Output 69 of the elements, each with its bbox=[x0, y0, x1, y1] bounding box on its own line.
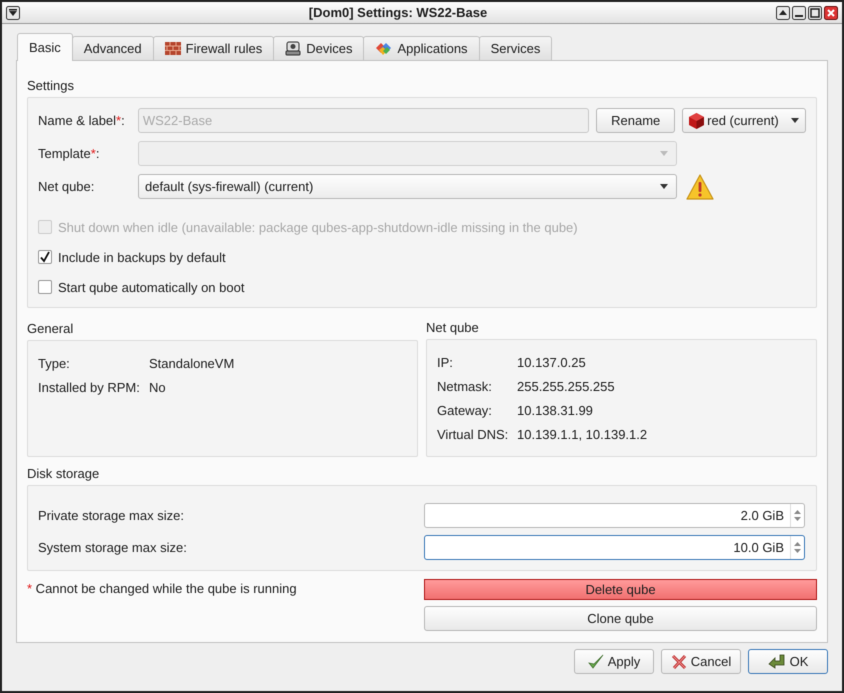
cross-icon bbox=[670, 654, 687, 670]
group-heading: Settings bbox=[27, 76, 75, 95]
tab[interactable]: Basic bbox=[17, 33, 73, 61]
field-label: Private storage max size: bbox=[38, 508, 185, 523]
field-label: Name & label*: bbox=[38, 113, 126, 128]
group-heading: General bbox=[27, 320, 74, 338]
info-label: Installed by RPM: bbox=[38, 380, 141, 394]
tab-label: Advanced bbox=[84, 41, 142, 56]
caret-icon bbox=[660, 184, 668, 189]
info-label: Virtual DNS: bbox=[437, 426, 510, 442]
tab-label: Services bbox=[490, 41, 540, 56]
checkbox-label: Include in backups by default bbox=[58, 250, 226, 264]
note-text: * Cannot be changed while the qube is running bbox=[27, 580, 298, 598]
caret-icon bbox=[660, 151, 668, 156]
tab[interactable]: Applications bbox=[363, 36, 480, 60]
group-heading: Net qube bbox=[426, 319, 480, 337]
info-label: Netmask: bbox=[437, 378, 493, 394]
close-icon[interactable] bbox=[824, 6, 838, 20]
apps-icon bbox=[375, 41, 392, 56]
down-arrow-icon[interactable] bbox=[794, 549, 801, 553]
ok-button[interactable]: OK bbox=[748, 649, 828, 674]
device-icon bbox=[285, 41, 302, 56]
window-title: [Dom0] Settings: WS22-Base bbox=[308, 5, 488, 20]
info-label: Type: bbox=[38, 356, 71, 370]
info-value: 255.255.255.255 bbox=[517, 378, 615, 394]
apply-button[interactable]: Apply bbox=[574, 649, 654, 674]
arrow-icon bbox=[768, 654, 786, 670]
tab-label: Basic bbox=[29, 40, 61, 55]
delete-button[interactable]: Delete qube bbox=[424, 579, 817, 600]
cube-icon bbox=[689, 112, 704, 128]
checkbox-label: Shut down when idle (unavailable: package qubes-app-shutdown-idle missing in the qube) bbox=[58, 220, 578, 234]
shade-icon[interactable] bbox=[776, 6, 790, 20]
info-value: No bbox=[149, 380, 166, 394]
tab-label: Applications bbox=[397, 41, 468, 56]
checkbox[interactable] bbox=[38, 280, 52, 294]
checkbox-label: Start qube automatically on boot bbox=[58, 280, 244, 294]
checkmark-icon bbox=[588, 654, 604, 670]
info-value: 10.139.1.1, 10.139.1.2 bbox=[517, 426, 648, 442]
cancel-button[interactable]: Cancel bbox=[661, 649, 741, 674]
rename-button[interactable]: Rename bbox=[596, 108, 676, 133]
tab[interactable]: Devices bbox=[273, 36, 364, 60]
group-heading: Disk storage bbox=[27, 464, 100, 483]
info-value: 10.138.31.99 bbox=[517, 402, 593, 418]
size-spinbox[interactable]: 10.0 GiB bbox=[424, 535, 805, 560]
checkbox[interactable] bbox=[38, 250, 52, 264]
minimize-icon[interactable] bbox=[792, 6, 806, 20]
brick-wall-icon bbox=[164, 42, 181, 55]
up-arrow-icon[interactable] bbox=[794, 542, 801, 546]
field-label: System storage max size: bbox=[38, 540, 188, 555]
down-arrow-icon[interactable] bbox=[794, 517, 801, 521]
tab-label: Firewall rules bbox=[186, 41, 262, 56]
label-dropdown[interactable]: red (current) bbox=[682, 108, 806, 133]
up-arrow-icon[interactable] bbox=[794, 510, 801, 514]
menu-icon[interactable] bbox=[6, 6, 20, 20]
tab-label: Devices bbox=[306, 41, 352, 56]
tab[interactable]: Firewall rules bbox=[152, 36, 274, 60]
info-value: StandaloneVM bbox=[149, 356, 234, 370]
tab[interactable]: Advanced bbox=[72, 36, 154, 60]
field-label: Net qube: bbox=[38, 179, 96, 194]
tab[interactable]: Services bbox=[478, 36, 552, 60]
caret-icon bbox=[790, 118, 799, 123]
maximize-icon[interactable] bbox=[808, 6, 822, 20]
size-spinbox[interactable]: 2.0 GiB bbox=[424, 503, 805, 528]
net-qube-dropdown[interactable]: default (sys-firewall) (current) bbox=[138, 174, 677, 199]
clone-button[interactable]: Clone qube bbox=[424, 606, 817, 631]
info-value: 10.137.0.25 bbox=[517, 354, 586, 370]
info-label: IP: bbox=[437, 354, 454, 370]
info-label: Gateway: bbox=[437, 402, 493, 418]
field-label: Template*: bbox=[38, 146, 100, 161]
